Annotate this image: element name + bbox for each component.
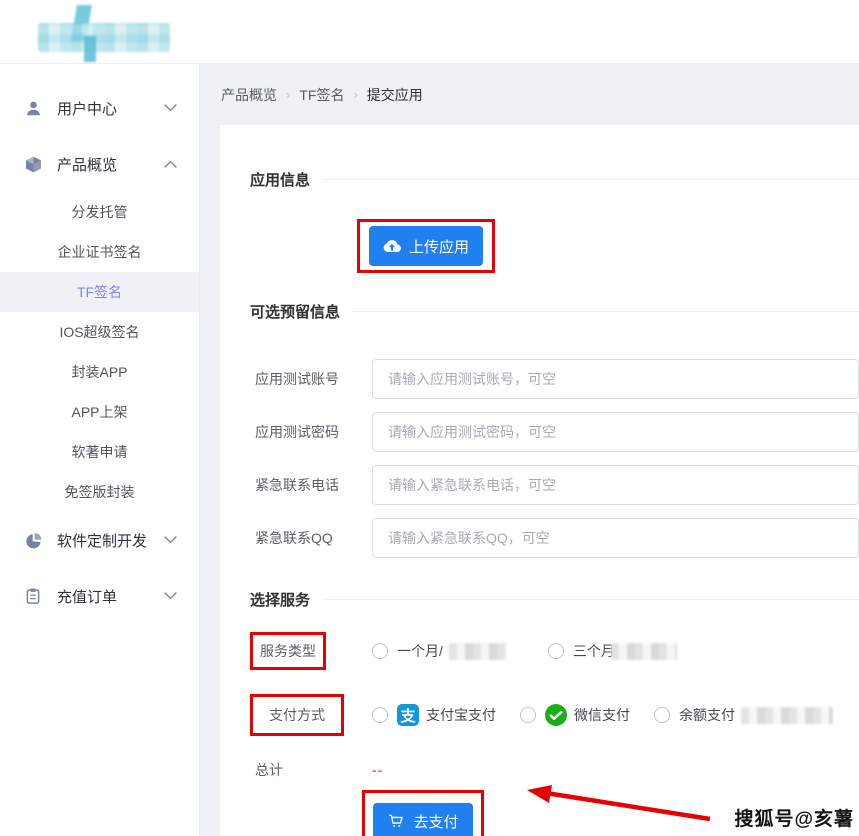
top-header — [0, 0, 859, 64]
sidebar-item-product-overview[interactable]: 产品概览 — [0, 136, 199, 192]
upload-app-button-label: 上传应用 — [409, 236, 469, 257]
app-logo-pixelation — [38, 23, 170, 52]
cart-icon — [387, 812, 405, 830]
section-divider — [353, 311, 859, 312]
chevron-down-icon — [164, 536, 177, 544]
payment-method-row: 支付方式 支 支付宝支付 微信支付 余额支付 — [250, 694, 859, 736]
emergency-phone-input[interactable] — [372, 465, 859, 505]
cloud-upload-icon — [383, 237, 401, 255]
form-row-test-account: 应用测试账号 — [250, 359, 859, 399]
form-row-emergency-qq: 紧急联系QQ — [250, 518, 859, 558]
section-divider — [323, 599, 859, 600]
payment-option-alipay[interactable]: 支 支付宝支付 — [372, 704, 496, 726]
form-row-test-password: 应用测试密码 — [250, 412, 859, 452]
chevron-down-icon — [164, 592, 177, 600]
emergency-phone-label: 紧急联系电话 — [250, 475, 372, 495]
test-password-input[interactable] — [372, 412, 859, 452]
pay-annotation-box: 去支付 — [362, 790, 484, 836]
sidebar-item-signfree-package[interactable]: 免签版封装 — [0, 472, 199, 512]
chevron-up-icon — [164, 160, 177, 168]
upload-annotation-box: 上传应用 — [357, 219, 495, 273]
service-option-three-month[interactable]: 三个月 — [548, 641, 677, 661]
breadcrumb-product-overview[interactable]: 产品概览 — [221, 85, 277, 105]
service-type-row: 服务类型 一个月/ 三个月 — [250, 632, 859, 670]
breadcrumb-separator-icon: › — [353, 87, 357, 102]
sidebar-item-label: 充值订单 — [57, 586, 117, 607]
radio-icon[interactable] — [372, 643, 388, 659]
redacted-price — [611, 643, 677, 660]
section-app-info: 应用信息 — [250, 169, 859, 190]
radio-icon[interactable] — [654, 707, 670, 723]
section-title: 可选预留信息 — [250, 301, 340, 322]
sidebar-item-app-launch[interactable]: APP上架 — [0, 392, 199, 432]
emergency-qq-input[interactable] — [372, 518, 859, 558]
service-option-one-month[interactable]: 一个月/ — [372, 641, 507, 661]
section-title: 应用信息 — [250, 169, 310, 190]
redacted-price — [449, 643, 507, 660]
form-row-emergency-phone: 紧急联系电话 — [250, 465, 859, 505]
section-title: 选择服务 — [250, 589, 310, 610]
section-optional-info: 可选预留信息 — [250, 301, 859, 322]
go-pay-button-label: 去支付 — [413, 811, 458, 832]
sidebar-item-recharge-orders[interactable]: 充值订单 — [0, 568, 199, 624]
main-content: 产品概览 › TF签名 › 提交应用 应用信息 上传应用 — [200, 64, 859, 836]
sidebar-item-distribution-hosting[interactable]: 分发托管 — [0, 192, 199, 232]
sidebar-item-label: 软件定制开发 — [57, 530, 147, 551]
breadcrumb-tf-sign[interactable]: TF签名 — [299, 85, 344, 105]
payment-option-balance[interactable]: 余额支付 — [654, 705, 833, 725]
sidebar-item-custom-dev[interactable]: 软件定制开发 — [0, 512, 199, 568]
test-password-label: 应用测试密码 — [250, 422, 372, 442]
app-logo-blurred — [38, 6, 170, 58]
clipboard-icon — [24, 586, 44, 606]
test-account-input[interactable] — [372, 359, 859, 399]
section-select-service: 选择服务 — [250, 589, 859, 610]
radio-icon[interactable] — [520, 707, 536, 723]
test-account-label: 应用测试账号 — [250, 369, 372, 389]
sidebar-item-label: 产品概览 — [57, 154, 117, 175]
upload-app-button[interactable]: 上传应用 — [369, 226, 483, 266]
radio-icon[interactable] — [548, 643, 564, 659]
sidebar-item-user-center[interactable]: 用户中心 — [0, 80, 199, 136]
sidebar-item-software-copyright[interactable]: 软著申请 — [0, 432, 199, 472]
payment-option-wechat[interactable]: 微信支付 — [520, 704, 630, 726]
breadcrumb-separator-icon: › — [286, 87, 290, 102]
cube-icon — [24, 154, 44, 174]
sidebar-item-enterprise-cert-sign[interactable]: 企业证书签名 — [0, 232, 199, 272]
chevron-down-icon — [164, 104, 177, 112]
submit-app-card: 应用信息 上传应用 可选预留信息 应用测试账号 — [220, 125, 859, 836]
wechat-icon — [545, 704, 567, 726]
watermark-text: 搜狐号@亥薯 — [734, 804, 854, 831]
payment-method-annotation-box: 支付方式 — [250, 694, 344, 736]
sidebar: 用户中心 产品概览 分发托管 企业证书签名 TF签名 IOS超级签名 封装APP… — [0, 64, 200, 836]
redacted-balance — [741, 707, 833, 724]
alipay-icon: 支 — [397, 704, 419, 726]
go-pay-button[interactable]: 去支付 — [373, 803, 473, 836]
section-divider — [323, 179, 859, 180]
total-label: 总计 — [250, 760, 283, 780]
pie-chart-icon — [24, 530, 44, 550]
sidebar-item-package-app[interactable]: 封装APP — [0, 352, 199, 392]
user-icon — [24, 98, 44, 118]
total-value: -- — [372, 762, 383, 778]
total-row: 总计 -- — [250, 760, 859, 780]
radio-icon[interactable] — [372, 707, 388, 723]
sidebar-item-ios-super-sign[interactable]: IOS超级签名 — [0, 312, 199, 352]
sidebar-item-tf-sign-active[interactable]: TF签名 — [0, 272, 199, 312]
breadcrumb: 产品概览 › TF签名 › 提交应用 — [200, 64, 859, 125]
sidebar-item-label: 用户中心 — [57, 98, 117, 119]
service-type-annotation-box: 服务类型 — [250, 632, 326, 670]
sidebar-submenu-product: 分发托管 企业证书签名 TF签名 IOS超级签名 封装APP APP上架 软著申… — [0, 192, 199, 512]
emergency-qq-label: 紧急联系QQ — [250, 528, 372, 548]
breadcrumb-submit-app: 提交应用 — [367, 85, 423, 105]
